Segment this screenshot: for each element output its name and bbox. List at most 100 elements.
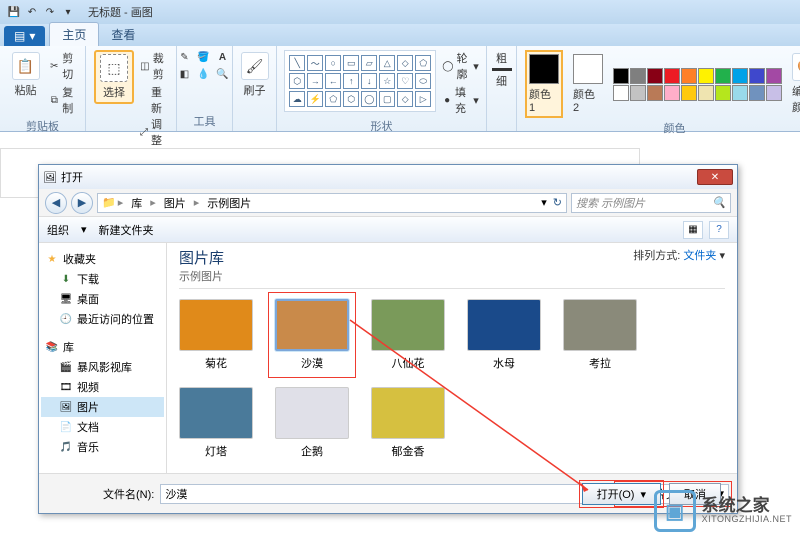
thumbnail-item[interactable]: 考拉 (563, 299, 637, 371)
save-icon[interactable]: 💾 (6, 4, 22, 20)
thumbnail-item[interactable]: 沙漠 (275, 299, 349, 371)
fill-icon[interactable]: 🪣 (197, 50, 211, 64)
thumbnail-label: 菊花 (205, 355, 227, 371)
quick-access-toolbar: 💾 ↶ ↷ ▾ (6, 4, 76, 20)
color-swatch[interactable] (613, 68, 629, 84)
thumbnail-item[interactable]: 八仙花 (371, 299, 445, 371)
color-swatch[interactable] (698, 68, 714, 84)
copy-icon: ⧉ (50, 93, 60, 107)
window-title: 无标题 - 画图 (88, 4, 153, 20)
sidebar-item-downloads[interactable]: ⬇下载 (41, 269, 164, 289)
brush-button[interactable]: 🖌 刷子 (237, 50, 273, 100)
thumbnail-label: 郁金香 (392, 443, 425, 459)
cut-button[interactable]: ✂剪切 (50, 50, 78, 82)
color-swatch[interactable] (749, 85, 765, 101)
sidebar-item-documents[interactable]: 📄文档 (41, 417, 164, 437)
sort-by[interactable]: 排列方式: 文件夹 ▾ (633, 247, 725, 263)
newfolder-button[interactable]: 新建文件夹 (99, 222, 154, 238)
select-button[interactable]: ⬚ 选择 (94, 50, 134, 104)
color-swatch[interactable] (664, 85, 680, 101)
view-button[interactable]: ▦ (683, 221, 703, 239)
tab-home[interactable]: 主页 (49, 22, 99, 46)
file-menu-button[interactable]: ▤▾ (4, 26, 45, 46)
breadcrumb-dropdown-icon[interactable]: ▾ (541, 196, 547, 209)
color1-button[interactable]: 颜色 1 (525, 50, 563, 118)
size-thin[interactable]: 细 (496, 73, 507, 89)
thumbnail-item[interactable]: 菊花 (179, 299, 253, 371)
library-title: 图片库 (179, 247, 224, 268)
thumbnail-item[interactable]: 灯塔 (179, 387, 253, 459)
eraser-icon[interactable]: ◧ (178, 67, 192, 81)
qat-dropdown-icon[interactable]: ▾ (60, 4, 76, 20)
color-swatch[interactable] (749, 68, 765, 84)
color-swatch[interactable] (715, 68, 731, 84)
back-button[interactable]: ◀ (45, 192, 67, 214)
picker-icon[interactable]: 💧 (197, 67, 211, 81)
color-swatch[interactable] (766, 85, 782, 101)
color2-button[interactable]: 颜色 2 (569, 52, 607, 116)
pencil-icon[interactable]: ✎ (178, 50, 192, 64)
color-swatch[interactable] (732, 68, 748, 84)
color-swatch[interactable] (613, 85, 629, 101)
color-swatch[interactable] (732, 85, 748, 101)
thumbnail-item[interactable]: 水母 (467, 299, 541, 371)
documents-icon: 📄 (59, 420, 73, 434)
color-swatch[interactable] (698, 85, 714, 101)
sidebar-item-pictures[interactable]: 🖼图片 (41, 397, 164, 417)
color-swatch[interactable] (647, 85, 663, 101)
shape-fill-button[interactable]: ●填充▾ (442, 84, 479, 116)
search-icon: 🔍 (712, 196, 726, 209)
color-swatch[interactable] (681, 68, 697, 84)
paste-icon: 📋 (12, 52, 40, 80)
file-list: 图片库 示例图片 排列方式: 文件夹 ▾ 菊花沙漠八仙花水母考拉灯塔企鹅郁金香 (167, 243, 737, 473)
shape-outline-button[interactable]: ◯轮廓▾ (442, 50, 479, 82)
size-thick[interactable]: 粗 (496, 50, 507, 66)
refresh-icon[interactable]: ↻ (553, 196, 562, 209)
color-swatch[interactable] (630, 85, 646, 101)
breadcrumb[interactable]: 📁 ▸库 ▸图片 ▸示例图片 ▾ ↻ (97, 193, 567, 213)
color-swatch[interactable] (630, 68, 646, 84)
organize-button[interactable]: 组织 (47, 222, 69, 238)
sidebar-item-desktop[interactable]: 🖥桌面 (41, 289, 164, 309)
color-swatch[interactable] (647, 68, 663, 84)
undo-icon[interactable]: ↶ (24, 4, 40, 20)
filename-input[interactable]: 沙漠▾ (160, 484, 611, 504)
color-swatch[interactable] (766, 68, 782, 84)
color-palette[interactable] (613, 68, 782, 101)
ribbon-tabs: ▤▾ 主页 查看 (0, 24, 800, 46)
color-swatch[interactable] (681, 85, 697, 101)
sidebar-item-music[interactable]: 🎵音乐 (41, 437, 164, 457)
music-icon: 🎵 (59, 440, 73, 454)
tab-view[interactable]: 查看 (99, 23, 147, 46)
sidebar-item-recent[interactable]: 🕘最近访问的位置 (41, 309, 164, 329)
recent-icon: 🕘 (59, 312, 73, 326)
thumbnail-item[interactable]: 郁金香 (371, 387, 445, 459)
forward-button[interactable]: ▶ (71, 192, 93, 214)
open-button[interactable]: 打开(O) ▾ (582, 483, 661, 505)
crop-button[interactable]: ◫裁剪 (140, 50, 168, 82)
search-input[interactable]: 搜索 示例图片 🔍 (571, 193, 731, 213)
library-icon: 📚 (45, 340, 59, 354)
text-icon[interactable]: A (216, 50, 230, 64)
sidebar-libraries[interactable]: 📚库 (41, 337, 164, 357)
edit-colors-button[interactable]: 🎨 编辑颜色 (788, 51, 800, 117)
sidebar-item-baofeng[interactable]: 🎬暴风影视库 (41, 357, 164, 377)
color-swatch[interactable] (715, 85, 731, 101)
paste-button[interactable]: 📋 粘贴 (8, 50, 44, 100)
copy-button[interactable]: ⧉复制 (50, 84, 78, 116)
magnifier-icon[interactable]: 🔍 (216, 67, 230, 81)
close-button[interactable]: ✕ (697, 169, 733, 185)
thumbnail-item[interactable]: 企鹅 (275, 387, 349, 459)
sidebar-item-videos[interactable]: 🎞视频 (41, 377, 164, 397)
sidebar-favorites[interactable]: ★收藏夹 (41, 249, 164, 269)
shapes-gallery[interactable]: ╲〜○▭▱△◇⬠ ⬡→←↑↓☆♡⬭ ☁⚡⬠⬡◯▢◇▷ (284, 50, 436, 112)
group-brush: 🖌 刷子 (233, 46, 277, 131)
brush-label: 刷子 (244, 82, 266, 98)
resize-icon: ⤢ (140, 125, 148, 139)
group-label: 形状 (285, 118, 478, 134)
redo-icon[interactable]: ↷ (42, 4, 58, 20)
watermark-text: 系统之家 (702, 497, 792, 516)
help-button[interactable]: ? (709, 221, 729, 239)
color-swatch[interactable] (664, 68, 680, 84)
thumbnail-image (179, 299, 253, 351)
